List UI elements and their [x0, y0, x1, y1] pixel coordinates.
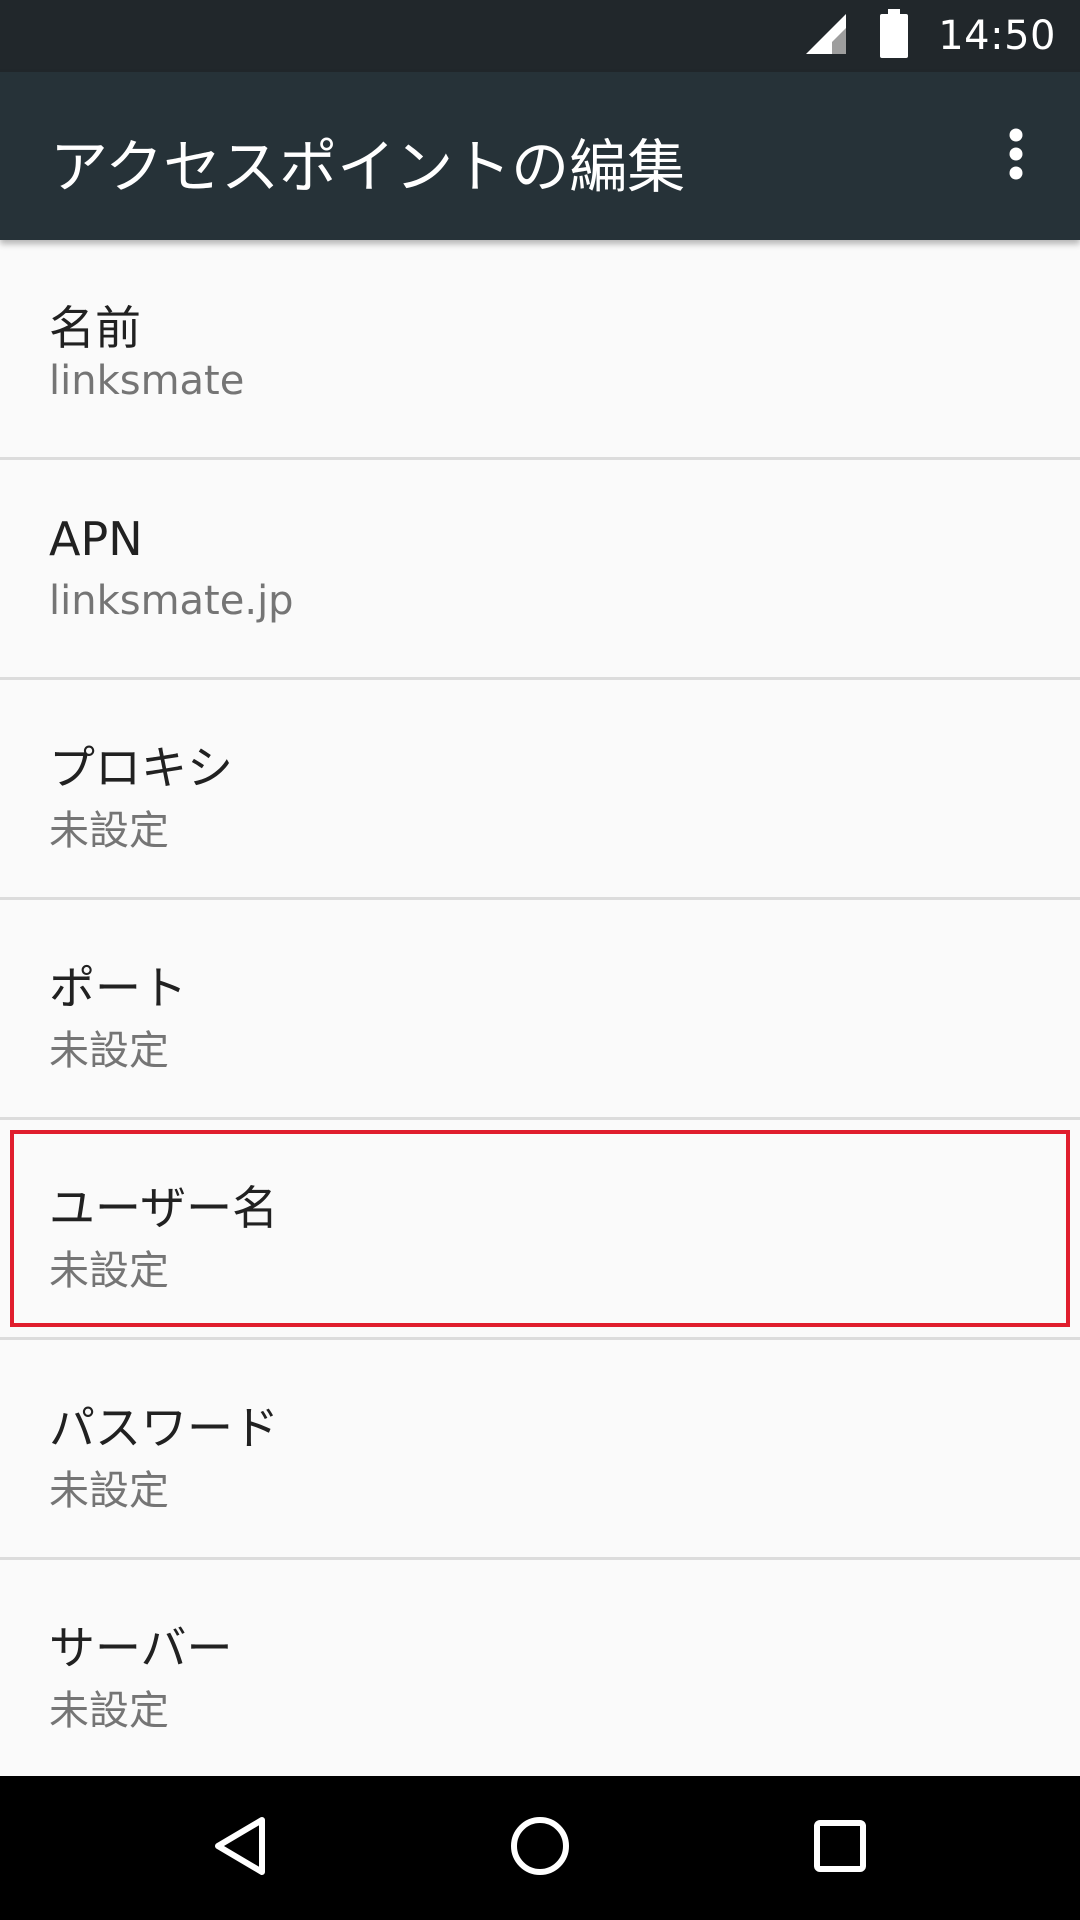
status-bar: 14:50 [0, 0, 1080, 72]
recents-icon [810, 1816, 870, 1880]
cell-signal-icon [802, 10, 850, 62]
list-item-value: 未設定 [49, 1028, 169, 1074]
list-item-label: ポート [49, 961, 187, 1015]
list-item-username[interactable]: ユーザー名 未設定 [0, 1120, 1080, 1340]
page-title: アクセスポイントの編集 [50, 133, 686, 201]
back-button[interactable] [180, 1800, 300, 1896]
list-item-label: サーバー [49, 1621, 233, 1675]
list-item-value: 未設定 [49, 1248, 169, 1294]
list-item-apn[interactable]: APN linksmate.jp [0, 460, 1080, 680]
recents-button[interactable] [780, 1800, 900, 1896]
status-time: 14:50 [938, 13, 1056, 59]
list-item-value: linksmate [49, 358, 245, 404]
home-icon [508, 1814, 572, 1882]
list-item-value: 未設定 [49, 1688, 169, 1734]
list-item-port[interactable]: ポート 未設定 [0, 900, 1080, 1120]
list-item-value: 未設定 [49, 808, 169, 854]
list-item-value: linksmate.jp [49, 578, 294, 624]
list-item-password[interactable]: パスワード 未設定 [0, 1340, 1080, 1560]
navigation-bar [0, 1776, 1080, 1920]
list-item-label: 名前 [49, 301, 141, 355]
list-item-label: プロキシ [49, 741, 233, 795]
list-item-name[interactable]: 名前 linksmate [0, 240, 1080, 460]
list-item-value: 未設定 [49, 1468, 169, 1514]
list-item-label: パスワード [49, 1401, 279, 1455]
list-item-server[interactable]: サーバー 未設定 [0, 1560, 1080, 1776]
list-item-label: ユーザー名 [49, 1181, 279, 1235]
list-item-label: APN [49, 512, 143, 566]
battery-icon [878, 9, 910, 63]
back-icon [210, 1814, 270, 1882]
list-item-proxy[interactable]: プロキシ 未設定 [0, 680, 1080, 900]
overflow-menu-button[interactable] [988, 120, 1044, 192]
app-toolbar: アクセスポイントの編集 [0, 72, 1080, 240]
apn-settings-list: 名前 linksmate APN linksmate.jp プロキシ 未設定 ポ… [0, 240, 1080, 1776]
status-icons: 14:50 [802, 0, 1056, 72]
home-button[interactable] [480, 1800, 600, 1896]
more-vert-icon [1008, 126, 1024, 186]
